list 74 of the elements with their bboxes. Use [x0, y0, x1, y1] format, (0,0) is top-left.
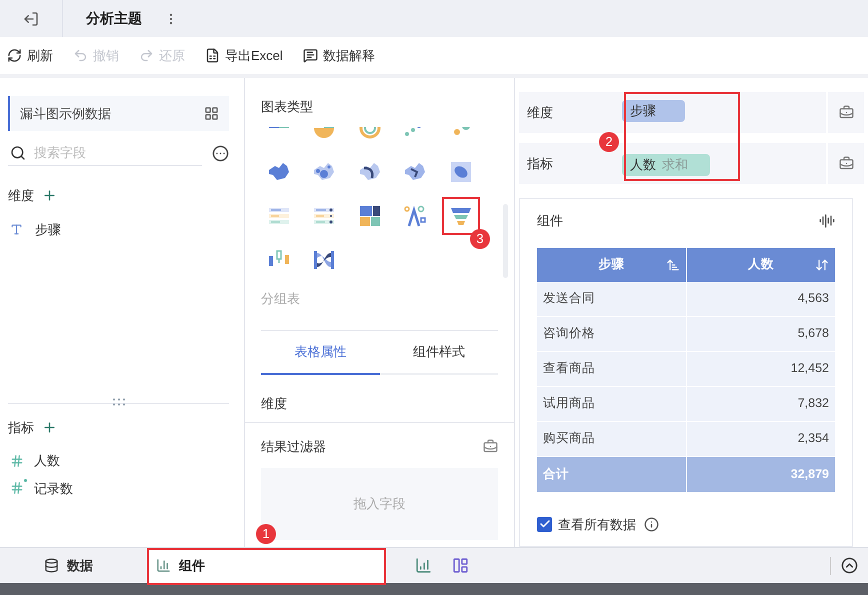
- count-field-icon: [10, 481, 24, 496]
- section-title: 维度: [8, 187, 34, 205]
- table-cell: 查看商品: [537, 352, 686, 386]
- table-cell: 咨询价格: [537, 316, 686, 350]
- total-cell: 合计: [537, 456, 686, 492]
- table-cell-text: 7,832: [796, 395, 830, 412]
- section-title: 指标: [8, 418, 34, 436]
- drag-handle-icon[interactable]: [112, 398, 126, 406]
- add-icon[interactable]: [42, 188, 57, 204]
- step-number-badge: 3: [470, 229, 490, 249]
- aggregation-label: 求和: [662, 156, 688, 174]
- bottom-tab[interactable]: 数据: [44, 548, 148, 582]
- add-icon[interactable]: [42, 420, 57, 435]
- database-icon: [44, 558, 59, 573]
- search-field[interactable]: 搜索字段: [34, 142, 164, 162]
- field-item[interactable]: 步骤: [8, 220, 229, 239]
- toolbar-icon: [302, 48, 318, 63]
- checkbox-label: 查看所有数据: [558, 516, 636, 534]
- field-item[interactable]: 人数: [8, 451, 229, 470]
- table-cell-text: 4,563: [796, 290, 830, 308]
- toolbar-button[interactable]: 刷新: [7, 46, 53, 66]
- widget-title: 组件: [537, 212, 563, 230]
- section-title: 维度: [260, 395, 288, 413]
- search-icon: [10, 144, 26, 160]
- section-title: 分组表: [261, 290, 301, 308]
- field-pill[interactable]: 步骤: [622, 100, 685, 122]
- add-chart-icon[interactable]: [415, 557, 432, 574]
- word-cloud-icon[interactable]: [403, 204, 428, 228]
- checkbox[interactable]: [537, 516, 552, 532]
- table-cell-text: 5,678: [796, 325, 830, 342]
- bottom-tab[interactable]: 组件: [148, 548, 385, 582]
- info-icon[interactable]: [644, 516, 659, 532]
- briefcase-icon[interactable]: [838, 105, 854, 120]
- tab[interactable]: 组件样式: [380, 331, 498, 375]
- section-title: 图表类型: [261, 98, 314, 116]
- briefcase-icon[interactable]: [838, 156, 854, 171]
- page-title[interactable]: 分析主题: [86, 8, 142, 29]
- number-field-icon: [10, 454, 24, 468]
- step-number-badge: 1: [256, 524, 276, 544]
- table-cell-text: 12,452: [790, 360, 830, 378]
- treemap-icon[interactable]: [358, 204, 382, 228]
- text-field-icon: [10, 222, 23, 236]
- section-title: 结果过滤器: [261, 438, 326, 456]
- sort-icon[interactable]: [815, 258, 829, 272]
- table-cell-text: 2,354: [796, 430, 830, 448]
- total-cell-text: 32,879: [790, 466, 830, 483]
- toolbar-button[interactable]: 导出Excel: [205, 46, 283, 66]
- table-cell: 发送合同: [537, 282, 686, 316]
- toolbar-icon: [7, 48, 22, 63]
- briefcase-icon[interactable]: [483, 438, 498, 454]
- table-cell: 试用商品: [537, 386, 686, 420]
- toolbar-icon: [205, 48, 220, 63]
- field-pill[interactable]: 人数 求和: [622, 154, 710, 176]
- field-name: 人数: [630, 156, 656, 174]
- tab[interactable]: 表格属性: [261, 331, 380, 375]
- chart-switch-icon[interactable]: [819, 212, 835, 229]
- collapse-icon[interactable]: [841, 557, 858, 574]
- toolbar-button[interactable]: 数据解释: [302, 46, 375, 66]
- table-cell: 购买商品: [537, 422, 686, 456]
- dataset-selector[interactable]: 漏斗图示例数据: [8, 96, 229, 131]
- chart-icon: [156, 558, 171, 573]
- dataset-name: 漏斗图示例数据: [20, 104, 111, 123]
- switch-icon[interactable]: [204, 106, 219, 121]
- sort-icon[interactable]: [666, 258, 680, 272]
- exit-icon[interactable]: [23, 10, 39, 26]
- field-item[interactable]: 记录数: [8, 478, 229, 498]
- shelf-label: 维度: [526, 104, 554, 122]
- heat-map-icon[interactable]: [448, 160, 473, 184]
- shelf-label: 指标: [526, 154, 554, 173]
- add-table-icon[interactable]: [452, 557, 469, 574]
- field-name: 步骤: [630, 102, 656, 120]
- toolbar-icon: [73, 48, 88, 63]
- more-options-icon[interactable]: [212, 144, 229, 162]
- toolbar-icon: [139, 48, 154, 63]
